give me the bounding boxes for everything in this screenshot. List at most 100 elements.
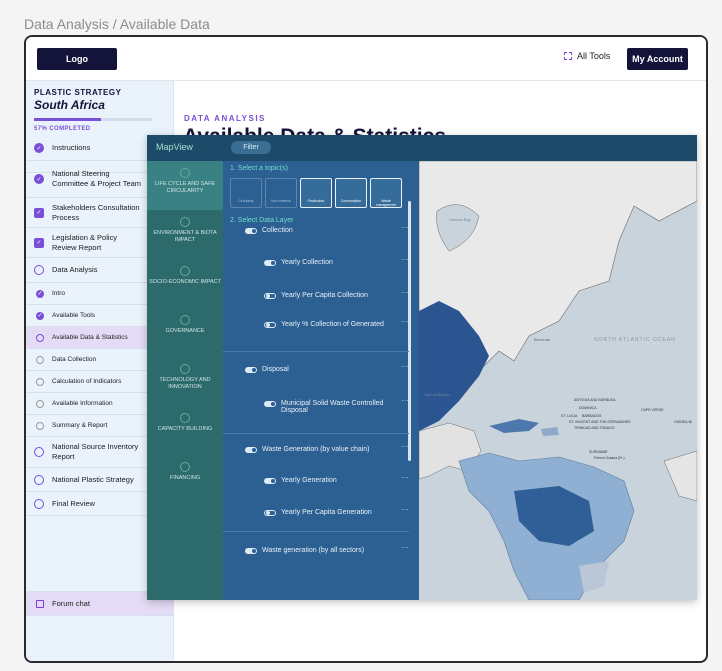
- label-guinea: GUINEA-BI: [674, 420, 692, 424]
- progress-bar: [34, 118, 152, 121]
- sidebar-item-label: Data Analysis: [52, 265, 98, 274]
- layer-label: Yearly % Collection of Generated: [281, 321, 384, 328]
- category-label: GOVERNANCE: [165, 328, 205, 334]
- label-gulf: Gulf of Mexico: [424, 392, 450, 397]
- more-options-icon[interactable]: ···: [401, 255, 409, 264]
- layer-row[interactable]: Yearly Generation: [264, 477, 384, 484]
- logo-button[interactable]: Logo: [37, 48, 117, 70]
- layer-column: 1. Select a topic(s) Circularity Non-mate…: [223, 161, 419, 600]
- grid-icon: [564, 52, 572, 60]
- step-select-topic: 1. Select a topic(s): [230, 165, 288, 172]
- layer-row[interactable]: Yearly Per Capita Collection: [264, 292, 384, 299]
- category-label: CAPACITY BUILDING: [157, 426, 213, 432]
- more-options-icon[interactable]: ···: [401, 362, 409, 371]
- layer-row[interactable]: Collection: [245, 227, 385, 234]
- layer-toggle[interactable]: [264, 401, 276, 407]
- layer-toggle[interactable]: [245, 367, 257, 373]
- my-account-button[interactable]: My Account: [627, 48, 688, 70]
- layer-toggle[interactable]: [245, 228, 257, 234]
- layer-label: Yearly Collection: [281, 259, 333, 266]
- layer-scrollbar[interactable]: [408, 201, 411, 461]
- topic-button[interactable]: Waste management: [370, 178, 402, 208]
- layer-label: Yearly Generation: [281, 477, 337, 484]
- sidebar-item-label: Legislation & Policy Review Report: [52, 232, 118, 252]
- label-st-lucia: ST. LUCIA: [561, 414, 578, 418]
- layer-toggle[interactable]: [264, 322, 276, 328]
- label-hudson-bay: Hudson Bay: [449, 217, 471, 222]
- page-kicker: DATA ANALYSIS: [184, 114, 266, 123]
- layer-label: Waste Generation (by value chain): [262, 446, 370, 453]
- layer-toggle[interactable]: [245, 548, 257, 554]
- layer-toggle[interactable]: [264, 478, 276, 484]
- category-tab[interactable]: FINANCING: [147, 455, 223, 504]
- more-options-icon[interactable]: ···: [401, 442, 409, 451]
- layer-row[interactable]: Yearly Per Capita Generation: [264, 509, 384, 516]
- topic-button[interactable]: Production: [300, 178, 332, 208]
- status-icon: [34, 498, 44, 509]
- category-tab[interactable]: TECHNOLOGY AND INNOVATION: [147, 357, 223, 406]
- layer-label: Collection: [262, 227, 293, 234]
- category-label: LIFE CYCLE AND SAFE CIRCULARITY: [154, 181, 216, 194]
- world-map[interactable]: Hudson Bay Bermuda NORTH ATLANTIC OCEAN …: [419, 161, 697, 600]
- category-tab[interactable]: CAPACITY BUILDING: [147, 406, 223, 455]
- top-bar: Logo All Tools My Account: [26, 37, 706, 81]
- forum-chat-label: Forum chat: [52, 599, 90, 608]
- progress-bar-fill: [34, 118, 102, 121]
- layer-row[interactable]: Municipal Solid Waste Controlled Disposa…: [264, 400, 384, 414]
- layer-label: Waste generation (by all sectors): [262, 547, 365, 554]
- more-options-icon[interactable]: ···: [401, 317, 409, 326]
- mapview-panel: MapView Filter LIFE CYCLE AND SAFE CIRCU…: [147, 135, 697, 600]
- progress-label: 57% COMPLETED: [34, 126, 91, 132]
- topic-row: Circularity Non-material Production Consump…: [230, 178, 402, 208]
- layer-toggle[interactable]: [264, 510, 276, 516]
- category-icon: [180, 413, 190, 423]
- layer-toggle[interactable]: [264, 293, 276, 299]
- layer-toggle[interactable]: [264, 260, 276, 266]
- more-options-icon[interactable]: ···: [401, 543, 409, 552]
- category-tab[interactable]: LIFE CYCLE AND SAFE CIRCULARITY: [147, 161, 223, 210]
- more-options-icon[interactable]: ···: [401, 396, 409, 405]
- layer-row[interactable]: Disposal: [245, 366, 385, 373]
- layer-divider: [223, 433, 409, 434]
- category-tab[interactable]: GOVERNANCE: [147, 308, 223, 357]
- category-column: LIFE CYCLE AND SAFE CIRCULARITY ENVIRONME…: [147, 161, 223, 600]
- status-icon: [34, 265, 44, 275]
- label-dominica: DOMINICA: [579, 406, 597, 410]
- category-icon: [180, 266, 190, 276]
- layer-label: Disposal: [262, 366, 289, 373]
- category-tab[interactable]: ENVIRONMENT & BIOTA IMPACT: [147, 210, 223, 259]
- category-icon: [180, 462, 190, 472]
- status-icon: [34, 447, 44, 457]
- layer-row[interactable]: Waste Generation (by value chain): [245, 446, 385, 453]
- label-trinidad: TRINIDAD AND TOBAGO: [574, 426, 615, 430]
- more-options-icon[interactable]: ···: [401, 473, 409, 482]
- sidebar-item-label: National Plastic Strategy: [52, 474, 134, 484]
- topic-button[interactable]: Circularity: [230, 178, 262, 208]
- status-icon: [36, 333, 44, 342]
- layer-row[interactable]: Yearly % Collection of Generated: [264, 321, 384, 328]
- category-label: TECHNOLOGY AND INNOVATION: [159, 377, 211, 390]
- status-icon: [36, 421, 44, 430]
- sidebar-item-label: Stakeholders Consultation Process: [52, 202, 140, 222]
- country-name: South Africa: [34, 98, 105, 112]
- layer-label: Municipal Solid Waste Controlled Disposa…: [281, 400, 384, 414]
- label-barbados: BARBADOS: [582, 414, 602, 418]
- layer-row[interactable]: Waste generation (by all sectors): [245, 547, 385, 554]
- topic-button[interactable]: Non-material: [265, 178, 297, 208]
- filter-button[interactable]: Filter: [231, 141, 271, 154]
- more-options-icon[interactable]: ···: [401, 288, 409, 297]
- all-tools-link[interactable]: All Tools: [564, 51, 610, 61]
- category-label: ENVIRONMENT & BIOTA IMPACT: [153, 230, 217, 243]
- category-icon: [180, 364, 190, 374]
- category-label: SOCIO-ECONOMIC IMPACT: [149, 279, 221, 285]
- status-icon: [36, 377, 44, 386]
- category-tab[interactable]: SOCIO-ECONOMIC IMPACT: [147, 259, 223, 308]
- more-options-icon[interactable]: ···: [401, 505, 409, 514]
- more-options-icon[interactable]: ···: [401, 223, 409, 232]
- layer-row[interactable]: Yearly Collection: [264, 259, 384, 266]
- layer-label: Yearly Per Capita Generation: [281, 509, 372, 516]
- sidebar-item-label: National Steering Committee & Project Te…: [52, 169, 142, 188]
- topic-button[interactable]: Consumption: [335, 178, 367, 208]
- layer-toggle[interactable]: [245, 447, 257, 453]
- chat-icon: [36, 599, 44, 608]
